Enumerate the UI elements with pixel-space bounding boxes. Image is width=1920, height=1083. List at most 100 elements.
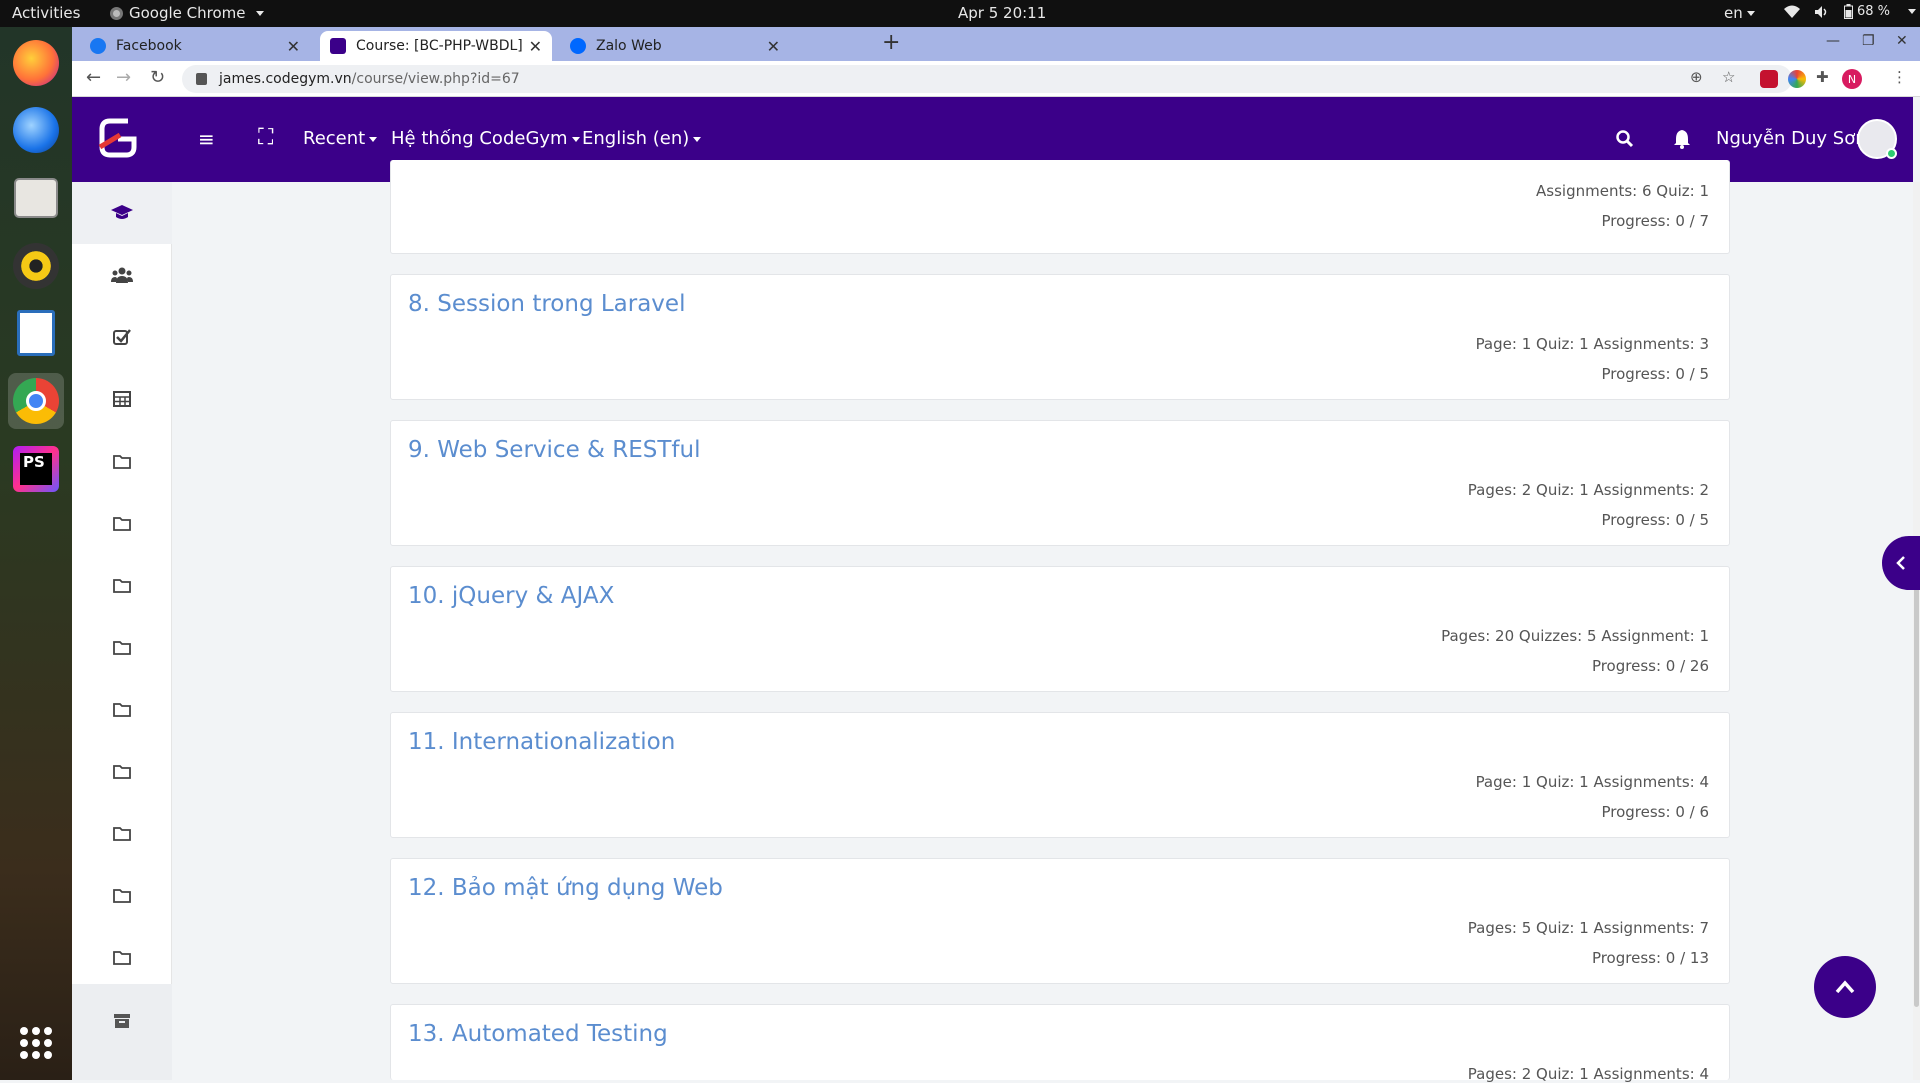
show-applications-button[interactable]: [20, 1027, 52, 1059]
codegym-system-menu[interactable]: Hệ thống CodeGym: [391, 128, 580, 149]
drawer-item-grades[interactable]: [72, 368, 172, 430]
tab-title: Course: [BC-PHP-WBDL] W: [356, 38, 526, 54]
chevron-down-icon: [693, 136, 702, 142]
section-title-link[interactable]: 10. jQuery & AJAX: [408, 583, 614, 609]
close-tab-icon[interactable]: ✕: [529, 37, 542, 56]
course-section: 8. Session trong Laravel Page: 1 Quiz: 1…: [390, 274, 1730, 400]
drawer-item-section[interactable]: [72, 864, 172, 926]
zoom-icon[interactable]: ⊕: [1690, 68, 1703, 86]
chevron-down-icon: [1908, 9, 1917, 14]
libreoffice-writer-launcher[interactable]: [8, 305, 64, 361]
activities-button[interactable]: Activities: [12, 4, 80, 22]
forward-button[interactable]: →: [116, 67, 131, 88]
input-language-label: en: [1724, 4, 1743, 22]
fullscreen-icon[interactable]: ⛶: [258, 125, 273, 150]
drawer-item-section[interactable]: [72, 678, 172, 740]
users-icon: [111, 267, 133, 283]
url-path: /course/view.php?id=67: [351, 71, 520, 87]
course-section: 11. Internationalization Page: 1 Quiz: 1…: [390, 712, 1730, 838]
chevron-left-icon: [1896, 556, 1905, 570]
back-button[interactable]: ←: [86, 67, 101, 88]
extension-icon[interactable]: [1760, 70, 1778, 88]
page-scrollbar[interactable]: [1913, 182, 1920, 1080]
minimize-window-button[interactable]: —: [1826, 33, 1840, 49]
section-title-link[interactable]: 8. Session trong Laravel: [408, 291, 685, 317]
system-status-area[interactable]: 68 %: [1784, 4, 1917, 19]
extensions-puzzle-icon[interactable]: ✚: [1816, 68, 1829, 86]
online-status-dot: [1886, 148, 1897, 159]
files-launcher[interactable]: [8, 170, 64, 226]
tab-zalo[interactable]: Zalo Web ✕: [560, 31, 790, 61]
open-block-drawer-button[interactable]: [1882, 536, 1920, 590]
course-nav-drawer: [72, 182, 172, 1080]
section-progress: Progress: 0 / 5: [1601, 365, 1709, 383]
bookmark-star-icon[interactable]: ☆: [1722, 68, 1735, 86]
reload-button[interactable]: ↻: [150, 67, 165, 88]
language-menu[interactable]: English (en): [582, 128, 702, 149]
drawer-item-archive[interactable]: [72, 984, 172, 1080]
hamburger-menu-icon[interactable]: ≡: [198, 127, 215, 151]
tab-facebook[interactable]: Facebook ✕: [80, 31, 310, 61]
phpstorm-launcher[interactable]: PS: [8, 441, 64, 497]
drawer-item-section[interactable]: [72, 492, 172, 554]
browser-tab-strip: Facebook ✕ Course: [BC-PHP-WBDL] W ✕ Zal…: [72, 27, 1920, 61]
recent-menu[interactable]: Recent: [303, 128, 378, 149]
chrome-menu-icon[interactable]: ⋮: [1892, 68, 1907, 86]
clock[interactable]: Apr 5 20:11: [958, 4, 1046, 22]
tab-title: Facebook: [116, 38, 182, 54]
firefox-launcher[interactable]: [8, 35, 64, 91]
application-dock: PS: [0, 27, 72, 1080]
thunderbird-launcher[interactable]: [8, 102, 64, 158]
system-top-bar: Activities Google Chrome Apr 5 20:11 en …: [0, 0, 1920, 27]
facebook-favicon-icon: [90, 38, 106, 54]
section-title-link[interactable]: 12. Bảo mật ứng dụng Web: [408, 875, 723, 901]
profile-avatar[interactable]: N: [1842, 69, 1862, 89]
drawer-item-section[interactable]: [72, 616, 172, 678]
drawer-item-course[interactable]: [72, 182, 172, 244]
rhythmbox-launcher[interactable]: [8, 238, 64, 294]
drawer-item-section[interactable]: [72, 430, 172, 492]
section-progress: Progress: 0 / 7: [1601, 212, 1709, 230]
notifications-bell-icon[interactable]: [1674, 129, 1690, 149]
drawer-item-section[interactable]: [72, 554, 172, 616]
color-picker-extension-icon[interactable]: [1788, 70, 1806, 88]
back-to-top-button[interactable]: [1814, 956, 1876, 1018]
language-menu-label: English (en): [582, 128, 690, 149]
thunderbird-icon: [13, 107, 59, 153]
section-title-link[interactable]: 11. Internationalization: [408, 729, 675, 755]
user-avatar[interactable]: [1857, 119, 1897, 159]
search-icon[interactable]: [1616, 130, 1634, 148]
new-tab-button[interactable]: +: [882, 30, 900, 55]
close-tab-icon[interactable]: ✕: [767, 37, 780, 56]
user-name[interactable]: Nguyễn Duy Sơn: [1716, 128, 1867, 149]
folder-icon: [113, 950, 131, 965]
close-tab-icon[interactable]: ✕: [287, 37, 300, 56]
close-window-button[interactable]: ✕: [1896, 33, 1908, 49]
input-language-menu[interactable]: en: [1724, 4, 1755, 22]
drawer-item-section[interactable]: [72, 926, 172, 988]
tab-title: Zalo Web: [596, 38, 662, 54]
section-progress: Progress: 0 / 26: [1591, 657, 1709, 675]
chrome-launcher[interactable]: [8, 373, 64, 429]
chevron-down-icon: [571, 136, 580, 142]
battery-icon: [1844, 4, 1853, 19]
folder-icon: [113, 454, 131, 469]
drawer-item-section[interactable]: [72, 740, 172, 802]
codegym-logo[interactable]: [98, 117, 138, 159]
scrollbar-thumb[interactable]: [1914, 537, 1919, 1007]
address-bar[interactable]: james.codegym.vn/course/view.php?id=67: [182, 65, 1792, 93]
drawer-item-section[interactable]: [72, 802, 172, 864]
section-title-link[interactable]: 13. Automated Testing: [408, 1021, 668, 1047]
restore-window-button[interactable]: ❐: [1862, 33, 1875, 49]
volume-icon: [1815, 5, 1827, 18]
section-title-link[interactable]: 9. Web Service & RESTful: [408, 437, 701, 463]
battery-status: 68 %: [1844, 4, 1890, 19]
lock-icon: [196, 73, 207, 85]
tab-course[interactable]: Course: [BC-PHP-WBDL] W ✕: [320, 31, 552, 61]
course-section: 9. Web Service & RESTful Pages: 2 Quiz: …: [390, 420, 1730, 546]
phpstorm-icon: PS: [13, 446, 59, 492]
drawer-item-participants[interactable]: [72, 244, 172, 306]
wifi-icon: [1784, 5, 1800, 18]
drawer-item-badges[interactable]: [72, 306, 172, 368]
app-menu[interactable]: Google Chrome: [110, 4, 264, 22]
